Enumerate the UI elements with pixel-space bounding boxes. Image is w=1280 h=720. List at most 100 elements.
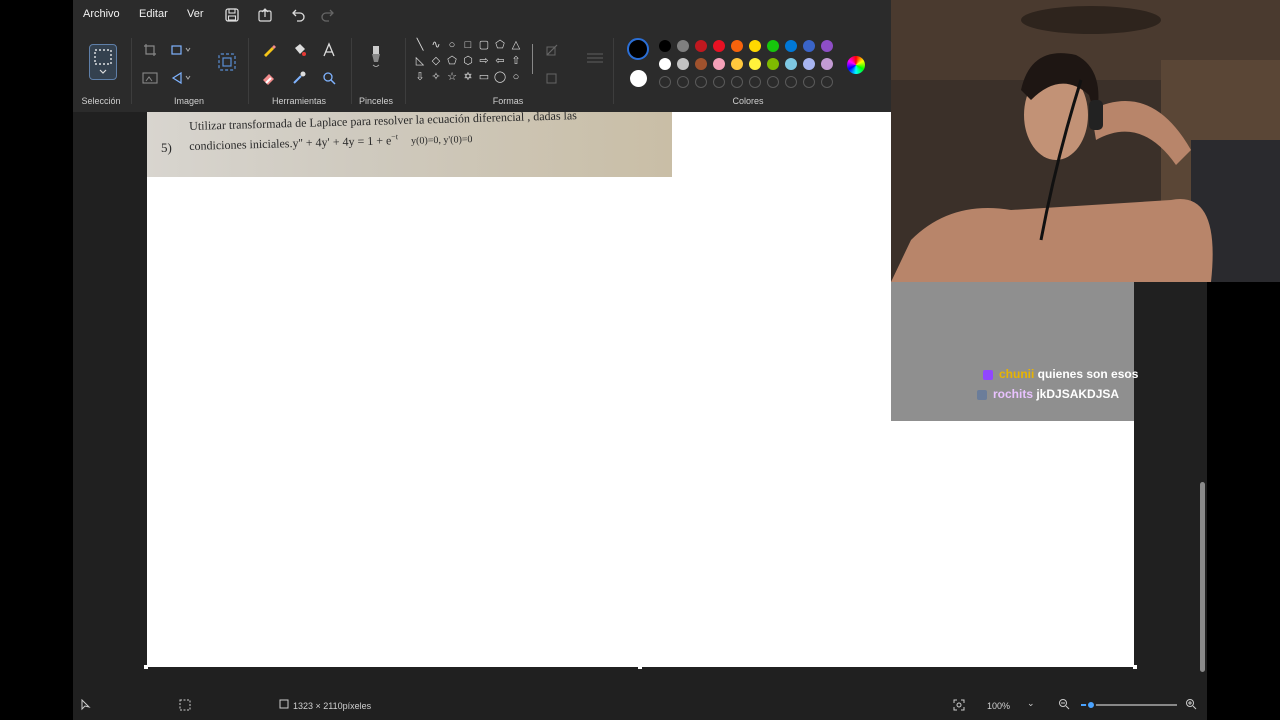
zoom-in-icon[interactable]: [1185, 698, 1197, 712]
shapes-scroll-divider: [532, 44, 533, 74]
zoom-dropdown-chevron-icon[interactable]: ⌄: [1027, 698, 1035, 709]
custom-color-slot[interactable]: [677, 76, 689, 88]
color-swatch[interactable]: [803, 58, 815, 70]
remove-background-icon[interactable]: [140, 68, 160, 88]
share-icon[interactable]: [256, 6, 274, 24]
status-bar: 1323 × 2110píxeles 100% ⌄: [73, 686, 1207, 720]
hexagon-shape-icon[interactable]: ⬡: [461, 54, 475, 68]
ribbon-divider: [248, 38, 249, 104]
menu-view[interactable]: Ver: [187, 8, 204, 20]
magnifier-icon[interactable]: [319, 68, 339, 88]
line-size-icon[interactable]: [585, 48, 605, 68]
undo-icon[interactable]: [289, 6, 307, 24]
color-picker-icon[interactable]: [289, 68, 309, 88]
color-swatch[interactable]: [821, 40, 833, 52]
menu-edit[interactable]: Editar: [139, 8, 168, 20]
outline-icon[interactable]: [543, 40, 563, 60]
menu-file[interactable]: Archivo: [83, 8, 120, 20]
color-swatch[interactable]: [659, 58, 671, 70]
polygon-shape-icon[interactable]: ⬠: [493, 38, 507, 52]
resize-handle[interactable]: [638, 665, 642, 669]
resize-handle[interactable]: [144, 665, 148, 669]
rectangle-shape-icon[interactable]: □: [461, 38, 475, 52]
resize-handle[interactable]: [1133, 665, 1137, 669]
primary-color-swatch[interactable]: [627, 38, 649, 60]
pentagon-shape-icon[interactable]: ⬠: [445, 54, 459, 68]
color-swatch[interactable]: [695, 58, 707, 70]
canvas-dimensions: 1323 × 2110píxeles: [293, 701, 372, 711]
color-swatch[interactable]: [731, 40, 743, 52]
fit-to-window-icon[interactable]: [953, 699, 965, 713]
secondary-color-swatch[interactable]: [630, 70, 647, 87]
problem-text-line2: condiciones iniciales.y'' + 4y' + 4y = 1…: [189, 130, 473, 154]
text-tool-icon[interactable]: [319, 40, 339, 60]
triangle-shape-icon[interactable]: △: [509, 38, 523, 52]
right-triangle-shape-icon[interactable]: ◺: [413, 54, 427, 68]
diamond-shape-icon[interactable]: ◇: [429, 54, 443, 68]
down-arrow-shape-icon[interactable]: ⇩: [413, 70, 427, 84]
color-swatch[interactable]: [731, 58, 743, 70]
callout-cloud-shape-icon[interactable]: ○: [509, 70, 523, 84]
line-shape-icon[interactable]: ╲: [413, 38, 427, 52]
color-swatch[interactable]: [767, 58, 779, 70]
fill-icon[interactable]: [543, 68, 563, 88]
custom-color-slot[interactable]: [659, 76, 671, 88]
custom-color-slot[interactable]: [695, 76, 707, 88]
custom-color-slot[interactable]: [803, 76, 815, 88]
color-swatch[interactable]: [785, 40, 797, 52]
crop-icon[interactable]: [140, 40, 160, 60]
chat-message-text: quienes son esos: [1034, 367, 1139, 381]
color-swatch[interactable]: [749, 58, 761, 70]
callout-oval-shape-icon[interactable]: ◯: [493, 70, 507, 84]
up-arrow-shape-icon[interactable]: ⇧: [509, 54, 523, 68]
eraser-icon[interactable]: [259, 68, 279, 88]
color-swatch[interactable]: [677, 40, 689, 52]
five-point-star-shape-icon[interactable]: ☆: [445, 70, 459, 84]
color-swatch[interactable]: [767, 40, 779, 52]
custom-color-slot[interactable]: [821, 76, 833, 88]
zoom-slider-thumb[interactable]: [1085, 700, 1096, 710]
color-swatch[interactable]: [713, 58, 725, 70]
custom-color-slot[interactable]: [785, 76, 797, 88]
color-swatch[interactable]: [713, 40, 725, 52]
colors-group-label: Colores: [732, 96, 764, 106]
brush-icon[interactable]: [366, 46, 386, 67]
color-swatch[interactable]: [659, 40, 671, 52]
color-swatch[interactable]: [785, 58, 797, 70]
zoom-slider-track[interactable]: [1081, 700, 1177, 710]
pasted-problem-image: 5) Utilizar transformada de Laplace para…: [147, 108, 672, 177]
left-arrow-shape-icon[interactable]: ⇦: [493, 54, 507, 68]
save-icon[interactable]: [223, 6, 241, 24]
zoom-out-icon[interactable]: [1058, 698, 1070, 712]
image-select-icon[interactable]: [217, 52, 237, 72]
oval-shape-icon[interactable]: ○: [445, 38, 459, 52]
color-swatch[interactable]: [821, 58, 833, 70]
pencil-icon[interactable]: [259, 40, 279, 60]
shapes-gallery[interactable]: ╲ ∿ ○ □ ▢ ⬠ △ ◺ ◇ ⬠ ⬡ ⇨ ⇦ ⇧ ⇩ ✧ ☆ ✡ ▭ ◯ …: [413, 38, 529, 94]
chat-username: chunii: [999, 367, 1035, 381]
custom-color-slot[interactable]: [713, 76, 725, 88]
six-point-star-shape-icon[interactable]: ✡: [461, 70, 475, 84]
chat-message-text: jkDJSAKDJSA: [1033, 387, 1120, 401]
fill-bucket-icon[interactable]: [289, 40, 309, 60]
right-arrow-shape-icon[interactable]: ⇨: [477, 54, 491, 68]
resize-icon[interactable]: [171, 40, 191, 60]
rounded-rectangle-shape-icon[interactable]: ▢: [477, 38, 491, 52]
curve-shape-icon[interactable]: ∿: [429, 38, 443, 52]
callout-rect-shape-icon[interactable]: ▭: [477, 70, 491, 84]
custom-color-slot[interactable]: [731, 76, 743, 88]
color-swatch[interactable]: [677, 58, 689, 70]
chat-badge-icon: [983, 369, 993, 380]
zoom-level[interactable]: 100%: [987, 701, 1010, 711]
selection-button[interactable]: [89, 44, 117, 80]
four-point-star-shape-icon[interactable]: ✧: [429, 70, 443, 84]
custom-color-slot[interactable]: [767, 76, 779, 88]
rotate-icon[interactable]: [171, 68, 191, 88]
color-swatch[interactable]: [749, 40, 761, 52]
vertical-scrollbar[interactable]: [1200, 482, 1205, 672]
edit-colors-button[interactable]: [847, 56, 865, 74]
redo-icon[interactable]: [319, 6, 337, 24]
custom-color-slot[interactable]: [749, 76, 761, 88]
color-swatch[interactable]: [695, 40, 707, 52]
color-swatch[interactable]: [803, 40, 815, 52]
